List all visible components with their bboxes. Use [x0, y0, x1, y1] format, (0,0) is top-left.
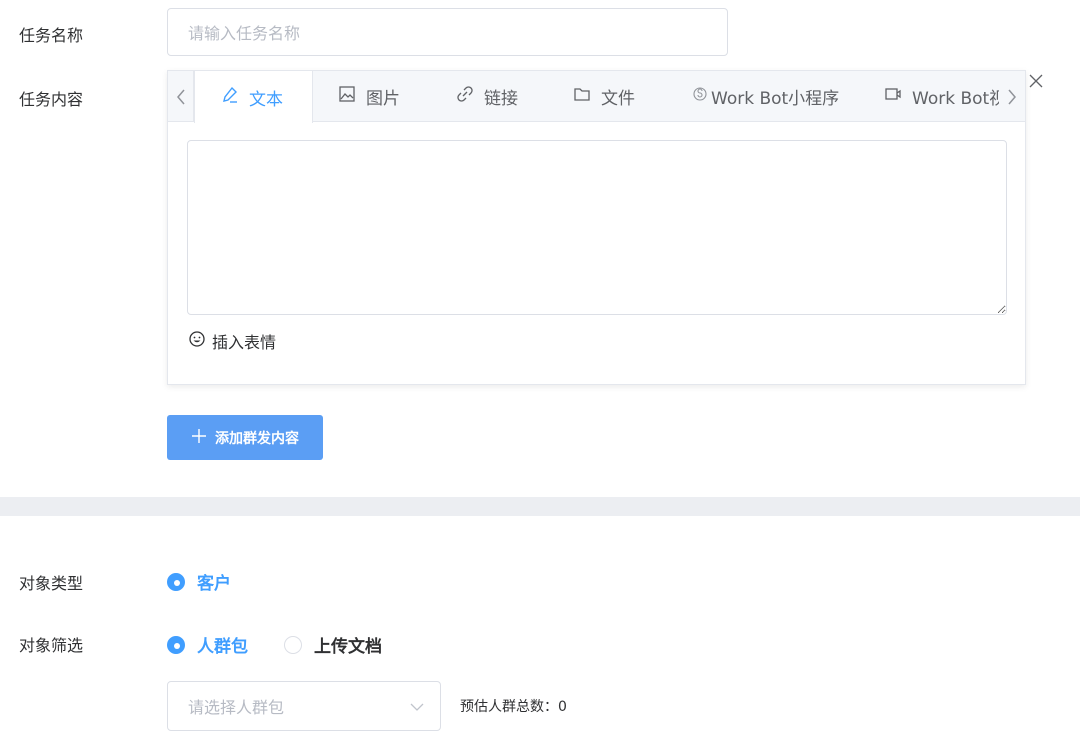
tab-image[interactable]: 图片	[338, 71, 400, 122]
tab-link[interactable]: 链接	[456, 71, 518, 122]
tab-scroll-left-icon[interactable]	[168, 71, 194, 122]
tab-file-label: 文件	[601, 89, 635, 109]
tab-image-label: 图片	[366, 89, 400, 109]
plus-icon	[191, 428, 207, 448]
target-filter-radio-group: 人群包 上传文档	[167, 632, 418, 657]
task-name-input[interactable]: 请输入任务名称	[167, 8, 728, 56]
content-tab-bar: 文本 图片 链接 文件 Work Bot小程序 Work Bot视	[168, 71, 1025, 123]
tab-video-label: Work Bot视	[912, 89, 999, 109]
target-filter-label: 对象筛选	[19, 636, 84, 655]
image-icon	[338, 85, 356, 108]
radio-customer[interactable]: 客户	[167, 569, 231, 594]
content-editor-card: 文本 图片 链接 文件 Work Bot小程序 Work Bot视 插入表情	[167, 70, 1026, 385]
task-name-placeholder: 请输入任务名称	[188, 24, 301, 43]
chevron-down-icon	[410, 697, 424, 716]
smiley-icon	[188, 330, 206, 352]
radio-upload-document[interactable]: 上传文档	[284, 632, 382, 657]
radio-crowd-package-label: 人群包	[197, 637, 248, 657]
folder-icon	[573, 85, 591, 108]
radio-customer-dot[interactable]	[167, 572, 185, 591]
crowd-package-select[interactable]: 请选择人群包	[167, 681, 441, 731]
add-content-label: 添加群发内容	[215, 430, 299, 447]
insert-emoji-label: 插入表情	[212, 333, 277, 352]
section-divider	[0, 497, 1080, 516]
tab-scroll-right-icon[interactable]	[999, 71, 1025, 122]
tab-video[interactable]: Work Bot视	[884, 71, 999, 122]
radio-crowd-package[interactable]: 人群包	[167, 632, 248, 657]
estimated-crowd-total: 预估人群总数：0	[460, 699, 567, 715]
tab-text[interactable]: 文本	[194, 71, 313, 123]
tab-text-label: 文本	[249, 89, 283, 110]
content-textarea[interactable]	[187, 140, 1007, 315]
task-name-label: 任务名称	[19, 26, 84, 45]
tab-link-label: 链接	[484, 89, 518, 109]
add-content-button[interactable]: 添加群发内容	[167, 415, 323, 460]
target-type-radio-group: 客户	[167, 569, 267, 594]
link-icon	[456, 85, 474, 108]
insert-emoji-button[interactable]: 插入表情	[188, 329, 276, 353]
mini-program-icon	[691, 85, 709, 108]
close-icon[interactable]	[1026, 71, 1046, 91]
tab-mini-program[interactable]: Work Bot小程序	[691, 71, 839, 122]
crowd-package-placeholder: 请选择人群包	[188, 698, 285, 717]
radio-upload-document-dot[interactable]	[284, 635, 302, 654]
radio-upload-document-label: 上传文档	[314, 637, 382, 657]
pencil-icon	[221, 86, 239, 109]
tab-file[interactable]: 文件	[573, 71, 635, 122]
tab-mini-program-label: Work Bot小程序	[711, 89, 840, 109]
radio-customer-label: 客户	[197, 574, 231, 594]
target-type-label: 对象类型	[19, 574, 84, 593]
video-icon	[884, 85, 902, 108]
task-content-label: 任务内容	[19, 90, 84, 109]
radio-crowd-package-dot[interactable]	[167, 635, 185, 654]
